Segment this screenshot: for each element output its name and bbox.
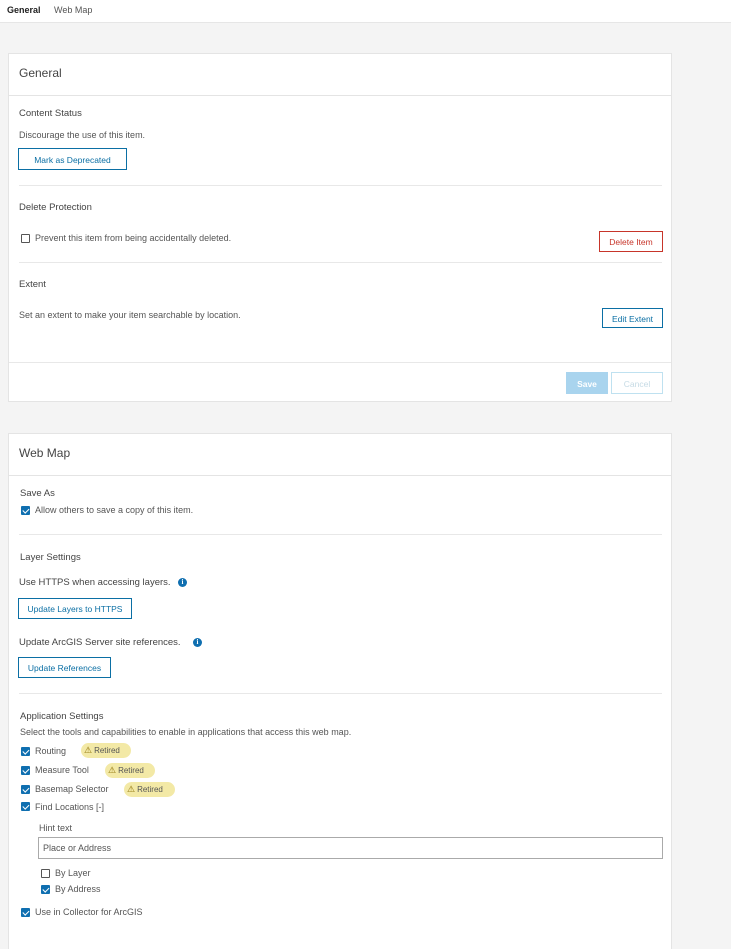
mark-deprecated-button[interactable]: Mark as Deprecated: [18, 148, 127, 170]
info-icon[interactable]: i: [178, 578, 187, 587]
warning-icon: ⚠: [108, 765, 117, 775]
allow-save-copy-checkbox[interactable]: [21, 506, 30, 515]
https-text: Use HTTPS when accessing layers.: [19, 577, 171, 588]
extent-text: Set an extent to make your item searchab…: [19, 310, 241, 320]
warning-icon: ⚠: [84, 745, 93, 755]
retired-label: Retired: [94, 746, 120, 755]
hint-text-input[interactable]: Place or Address: [38, 837, 663, 859]
references-text: Update ArcGIS Server site references.: [19, 637, 181, 648]
save-button[interactable]: Save: [566, 372, 608, 394]
allow-save-copy-label: Allow others to save a copy of this item…: [35, 505, 194, 515]
web-map-card: Web Map Save As Allow others to save a c…: [8, 433, 672, 949]
top-nav: General Web Map: [0, 0, 731, 23]
retired-label: Retired: [137, 785, 163, 794]
routing-label: Routing: [35, 746, 67, 756]
content-status-heading: Content Status: [19, 108, 82, 119]
general-card: General Content Status Discourage the us…: [8, 53, 672, 402]
measure-tool-label: Measure Tool: [35, 765, 89, 775]
update-references-button[interactable]: Update References: [18, 657, 111, 678]
info-icon[interactable]: i: [193, 638, 202, 647]
divider: [19, 693, 662, 694]
divider: [19, 534, 662, 535]
basemap-selector-checkbox[interactable]: [21, 785, 30, 794]
divider: [19, 262, 662, 263]
hint-text-label: Hint text: [39, 823, 73, 833]
retired-badge: ⚠ Retired: [124, 782, 175, 797]
measure-tool-checkbox[interactable]: [21, 766, 30, 775]
collector-label: Use in Collector for ArcGIS: [35, 907, 143, 917]
by-address-label: By Address: [55, 884, 101, 894]
divider: [19, 185, 662, 186]
by-layer-label: By Layer: [55, 868, 91, 878]
tab-general[interactable]: General: [7, 5, 41, 15]
warning-icon: ⚠: [127, 784, 136, 794]
web-map-card-title: Web Map: [19, 446, 71, 460]
general-card-title: General: [19, 66, 62, 80]
by-layer-checkbox[interactable]: [41, 869, 50, 878]
find-locations-label[interactable]: Find Locations [-]: [35, 802, 104, 812]
extent-heading: Extent: [19, 279, 46, 290]
find-locations-checkbox[interactable]: [21, 802, 30, 811]
web-map-card-header: Web Map: [9, 434, 671, 476]
collector-checkbox[interactable]: [21, 908, 30, 917]
delete-protection-heading: Delete Protection: [19, 202, 92, 213]
by-address-checkbox[interactable]: [41, 885, 50, 894]
application-settings-text: Select the tools and capabilities to ena…: [20, 727, 352, 737]
basemap-selector-label: Basemap Selector: [35, 784, 109, 794]
retired-label: Retired: [118, 766, 144, 775]
general-card-header: General: [9, 54, 671, 96]
cancel-button[interactable]: Cancel: [611, 372, 663, 394]
retired-badge: ⚠ Retired: [105, 763, 155, 778]
application-settings-heading: Application Settings: [20, 711, 104, 722]
save-as-heading: Save As: [20, 488, 55, 499]
delete-protection-label: Prevent this item from being accidentall…: [35, 233, 232, 243]
routing-checkbox[interactable]: [21, 747, 30, 756]
edit-extent-button[interactable]: Edit Extent: [602, 308, 663, 328]
retired-badge: ⚠ Retired: [81, 743, 131, 758]
update-layers-https-button[interactable]: Update Layers to HTTPS: [18, 598, 132, 619]
footer-divider: [9, 362, 671, 363]
content-status-text: Discourage the use of this item.: [19, 130, 146, 140]
layer-settings-heading: Layer Settings: [20, 552, 81, 563]
delete-protection-checkbox[interactable]: [21, 234, 30, 243]
delete-item-button[interactable]: Delete Item: [599, 231, 663, 252]
tab-web-map[interactable]: Web Map: [54, 5, 92, 15]
